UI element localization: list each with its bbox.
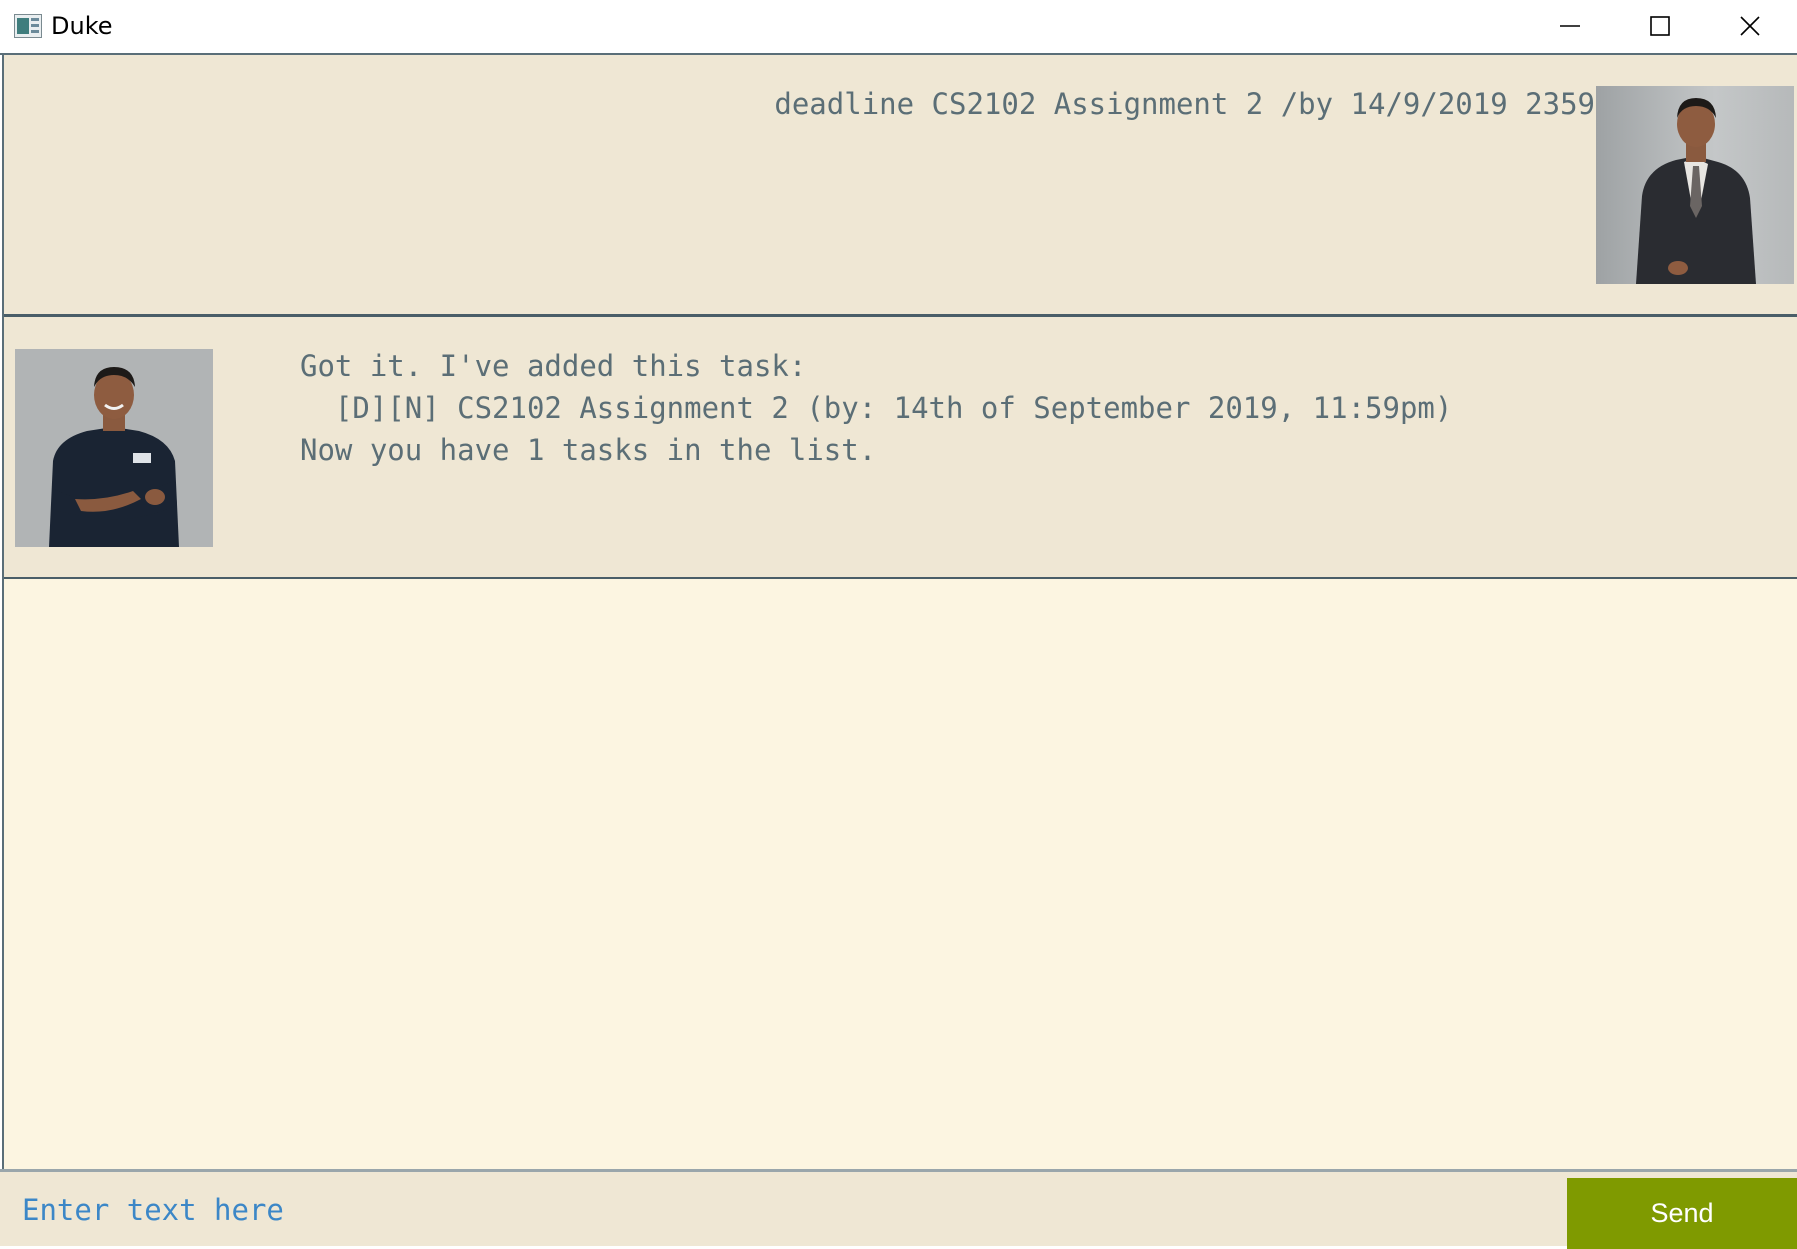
dialog-container[interactable]: deadline CS2102 Assignment 2 /by 14/9/20… [2,55,1797,1169]
maximize-button[interactable] [1615,0,1705,52]
minimize-button[interactable] [1525,0,1615,52]
app-icon [14,14,42,38]
close-icon [1740,16,1760,36]
input-bar: Send [0,1169,1797,1249]
duke-avatar [15,349,213,547]
duke-message-text: Got it. I've added this task: [D][N] CS2… [300,349,1453,467]
user-message-text: deadline CS2102 Assignment 2 /by 14/9/20… [774,87,1595,121]
title-bar: Duke [0,0,1797,55]
user-avatar [1596,86,1794,284]
window-title: Duke [51,12,113,40]
message-input[interactable] [2,1174,1562,1246]
maximize-icon [1650,16,1670,36]
duke-dialog-box: Got it. I've added this task: [D][N] CS2… [4,317,1797,579]
minimize-icon [1560,25,1580,27]
send-button[interactable]: Send [1567,1178,1797,1249]
user-dialog-box: deadline CS2102 Assignment 2 /by 14/9/20… [4,55,1797,317]
close-button[interactable] [1705,0,1795,52]
